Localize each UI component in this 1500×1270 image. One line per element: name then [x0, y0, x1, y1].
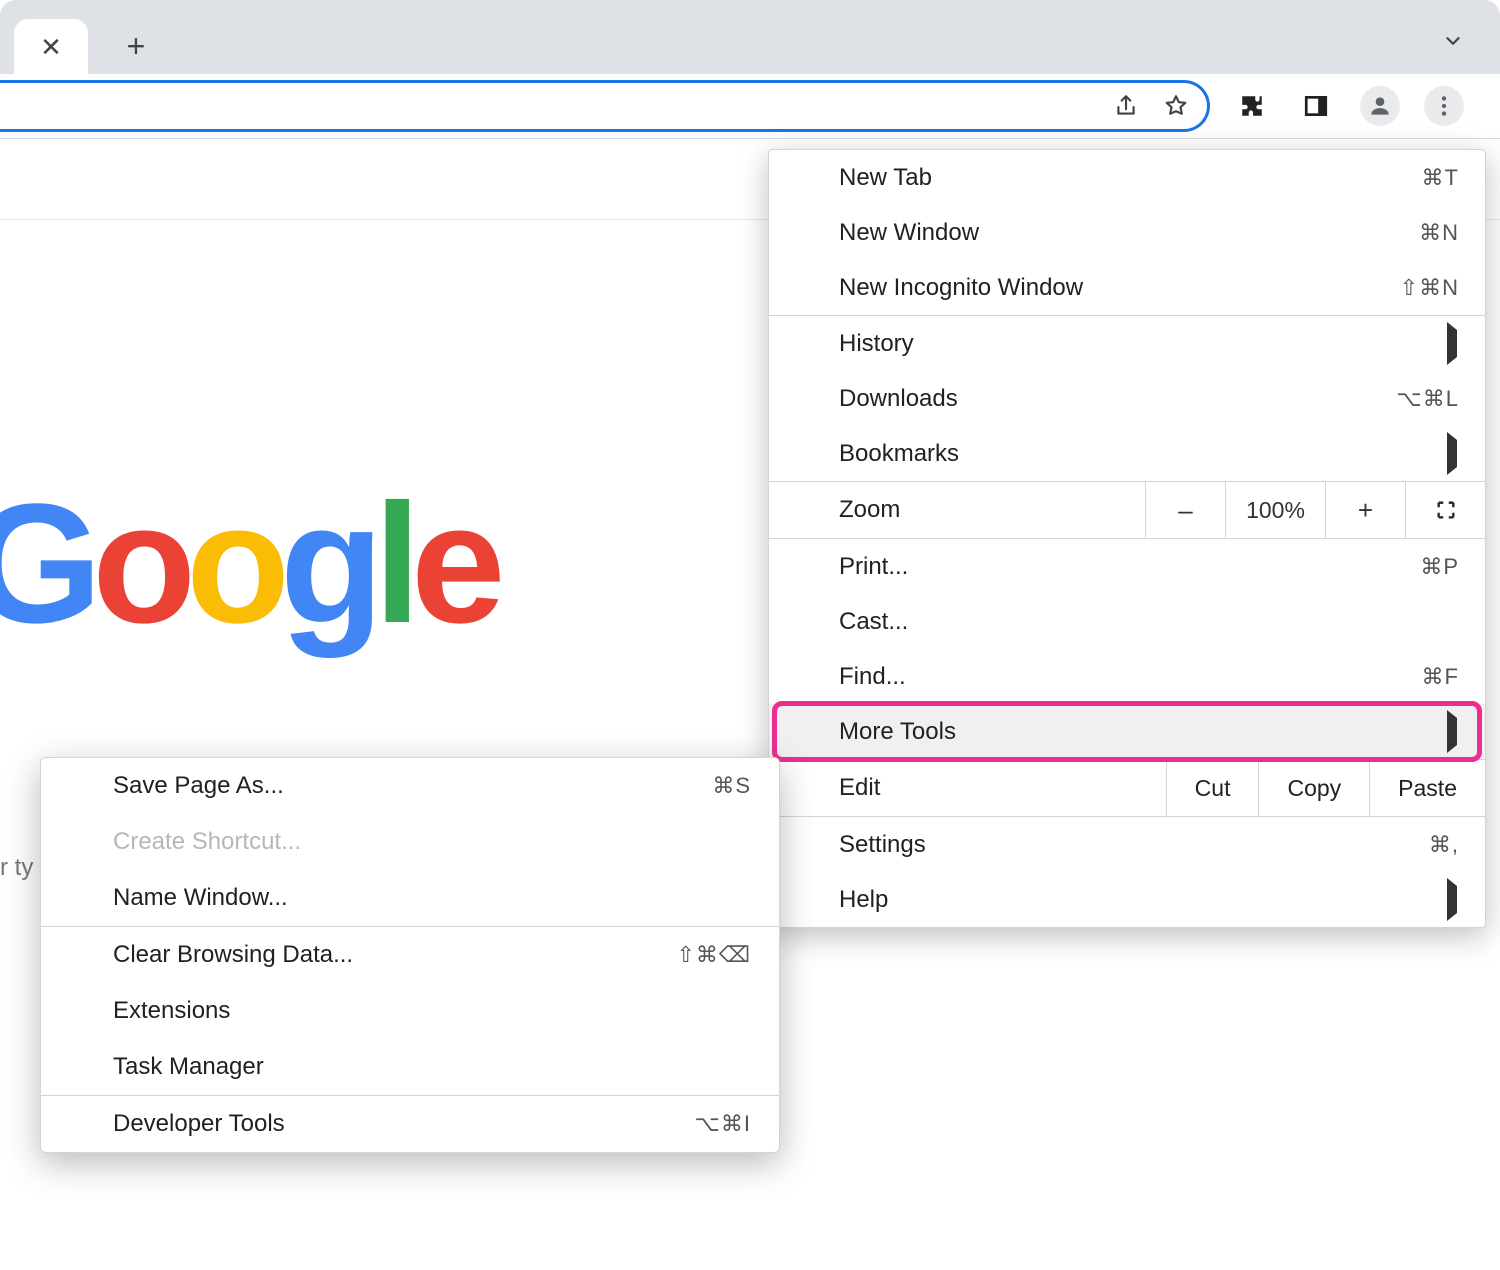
logo-letter: g: [280, 479, 374, 649]
menu-label: More Tools: [839, 718, 1459, 746]
fullscreen-icon: [1435, 499, 1457, 521]
edit-paste-button[interactable]: Paste: [1369, 760, 1485, 816]
close-tab-icon[interactable]: ✕: [40, 34, 62, 60]
menu-shortcut: ⌘N: [1419, 220, 1459, 246]
menu-item-new-tab[interactable]: New Tab ⌘T: [769, 150, 1485, 205]
profile-icon: [1367, 93, 1393, 119]
menu-label: Help: [839, 886, 1459, 914]
menu-item-edit: Edit Cut Copy Paste: [769, 760, 1485, 816]
menu-item-new-incognito[interactable]: New Incognito Window ⇧⌘N: [769, 260, 1485, 315]
logo-letter: e: [411, 479, 496, 649]
google-logo: G o o g l e: [0, 479, 496, 649]
chrome-main-menu: New Tab ⌘T New Window ⌘N New Incognito W…: [768, 149, 1486, 928]
submenu-item-save-page[interactable]: Save Page As... ⌘S: [41, 758, 779, 814]
menu-item-new-window[interactable]: New Window ⌘N: [769, 205, 1485, 260]
menu-item-more-tools[interactable]: More Tools: [769, 704, 1485, 759]
menu-label: Name Window...: [113, 884, 751, 912]
zoom-in-button[interactable]: +: [1325, 482, 1405, 538]
menu-item-settings[interactable]: Settings ⌘,: [769, 817, 1485, 872]
chevron-down-icon: [1442, 30, 1464, 52]
menu-label: Task Manager: [113, 1053, 751, 1081]
menu-item-cast[interactable]: Cast...: [769, 594, 1485, 649]
menu-item-find[interactable]: Find... ⌘F: [769, 649, 1485, 704]
submenu-item-create-shortcut: Create Shortcut...: [41, 814, 779, 870]
sidepanel-icon: [1303, 93, 1329, 119]
menu-label: Clear Browsing Data...: [113, 941, 676, 969]
sidepanel-button[interactable]: [1296, 86, 1336, 126]
menu-label: Edit: [769, 760, 1166, 816]
logo-letter: G: [0, 479, 92, 649]
menu-label: Settings: [839, 831, 1429, 859]
menu-label: History: [839, 330, 1459, 358]
edit-cut-button[interactable]: Cut: [1166, 760, 1259, 816]
star-icon: [1163, 93, 1189, 119]
more-vert-icon: [1431, 93, 1457, 119]
menu-label: Find...: [839, 663, 1422, 691]
chevron-right-icon: [1447, 330, 1457, 358]
menu-label: Developer Tools: [113, 1110, 695, 1138]
page-content: G o o g l e r ty New Tab ⌘T New Window ⌘…: [0, 139, 1500, 1270]
edit-copy-button[interactable]: Copy: [1258, 760, 1369, 816]
share-icon: [1113, 93, 1139, 119]
menu-shortcut: ⌥⌘L: [1396, 386, 1459, 412]
extensions-button[interactable]: [1232, 86, 1272, 126]
menu-shortcut: ⇧⌘⌫: [676, 942, 751, 968]
menu-item-help[interactable]: Help: [769, 872, 1485, 927]
toolbar: [0, 74, 1500, 139]
menu-label: Extensions: [113, 997, 751, 1025]
zoom-out-button[interactable]: –: [1145, 482, 1225, 538]
puzzle-icon: [1239, 93, 1265, 119]
menu-item-print[interactable]: Print... ⌘P: [769, 539, 1485, 594]
address-bar[interactable]: [0, 80, 1210, 132]
chevron-right-icon: [1447, 718, 1457, 746]
plus-icon: +: [127, 28, 146, 65]
menu-label: Cast...: [839, 608, 1459, 636]
share-button[interactable]: [1113, 93, 1139, 119]
menu-item-zoom: Zoom – 100% +: [769, 482, 1485, 538]
menu-shortcut: ⌘S: [712, 773, 751, 799]
menu-shortcut: ⌘,: [1429, 832, 1459, 858]
menu-shortcut: ⇧⌘N: [1400, 275, 1459, 301]
menu-label: New Window: [839, 219, 1419, 247]
menu-item-downloads[interactable]: Downloads ⌥⌘L: [769, 371, 1485, 426]
fullscreen-button[interactable]: [1405, 482, 1485, 538]
chevron-right-icon: [1447, 440, 1457, 468]
menu-shortcut: ⌘F: [1422, 664, 1459, 690]
profile-button[interactable]: [1360, 86, 1400, 126]
active-tab[interactable]: ✕: [14, 19, 88, 74]
more-tools-submenu: Save Page As... ⌘S Create Shortcut... Na…: [40, 757, 780, 1153]
logo-letter: o: [186, 479, 280, 649]
menu-shortcut: ⌥⌘I: [695, 1111, 751, 1137]
menu-label: New Tab: [839, 164, 1422, 192]
zoom-value: 100%: [1225, 482, 1325, 538]
menu-item-bookmarks[interactable]: Bookmarks: [769, 426, 1485, 481]
submenu-item-name-window[interactable]: Name Window...: [41, 870, 779, 926]
menu-item-history[interactable]: History: [769, 316, 1485, 371]
menu-shortcut: ⌘P: [1420, 554, 1459, 580]
new-tab-button[interactable]: +: [114, 24, 158, 68]
submenu-item-clear-browsing-data[interactable]: Clear Browsing Data... ⇧⌘⌫: [41, 927, 779, 983]
menu-label: Zoom: [769, 482, 1145, 538]
submenu-item-task-manager[interactable]: Task Manager: [41, 1039, 779, 1095]
menu-shortcut: ⌘T: [1422, 165, 1459, 191]
chevron-right-icon: [1447, 886, 1457, 914]
menu-label: New Incognito Window: [839, 274, 1400, 302]
chrome-menu-button[interactable]: [1424, 86, 1464, 126]
search-partial-text: r ty: [0, 854, 33, 882]
tab-strip: ✕ +: [0, 0, 1500, 74]
menu-label: Create Shortcut...: [113, 828, 751, 856]
logo-letter: l: [374, 479, 411, 649]
submenu-item-developer-tools[interactable]: Developer Tools ⌥⌘I: [41, 1096, 779, 1152]
submenu-item-extensions[interactable]: Extensions: [41, 983, 779, 1039]
logo-letter: o: [92, 479, 186, 649]
menu-label: Save Page As...: [113, 772, 712, 800]
bookmark-star-button[interactable]: [1163, 93, 1189, 119]
menu-label: Bookmarks: [839, 440, 1459, 468]
menu-label: Print...: [839, 553, 1420, 581]
menu-label: Downloads: [839, 385, 1396, 413]
tab-list-dropdown[interactable]: [1442, 30, 1464, 52]
toolbar-right-icons: [1232, 86, 1464, 126]
